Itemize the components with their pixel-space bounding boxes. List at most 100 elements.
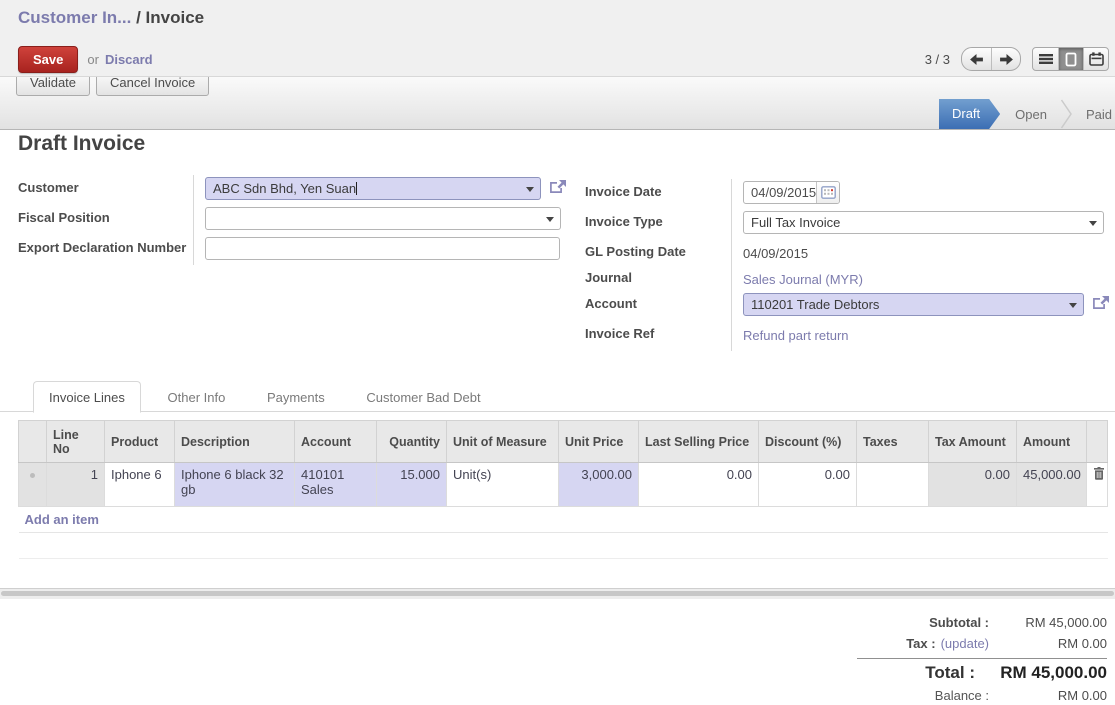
subtotal-value: RM 45,000.00 bbox=[989, 615, 1107, 630]
customer-label: Customer bbox=[18, 175, 194, 205]
save-button[interactable]: Save bbox=[18, 46, 78, 73]
balance-value: RM 0.00 bbox=[989, 688, 1107, 703]
invoice-form-screen: Customer In... / Invoice Save or Discard… bbox=[0, 0, 1115, 705]
tax-update-link[interactable]: (update) bbox=[941, 636, 989, 651]
cancel-invoice-button[interactable]: Cancel Invoice bbox=[96, 76, 209, 96]
totals-divider bbox=[857, 658, 1107, 659]
chevron-down-icon bbox=[546, 217, 554, 222]
delete-column-header bbox=[1087, 421, 1108, 463]
account-label: Account bbox=[585, 291, 732, 321]
cell-product[interactable]: Iphone 6 bbox=[105, 463, 175, 507]
pager-next-button[interactable] bbox=[991, 48, 1020, 70]
tab-customer-bad-debt[interactable]: Customer Bad Debt bbox=[351, 382, 495, 412]
chevron-down-icon bbox=[526, 187, 534, 192]
cell-discount[interactable]: 0.00 bbox=[759, 463, 857, 507]
tax-row: Tax : (update) RM 0.00 bbox=[857, 633, 1107, 654]
invoice-date-input[interactable]: 04/09/2015 bbox=[743, 181, 840, 204]
pager-prev-button[interactable] bbox=[962, 48, 991, 70]
field-row-invoice-type: Invoice Type Full Tax Invoice bbox=[585, 209, 1113, 239]
total-label: Total : bbox=[925, 663, 975, 683]
cell-last-selling-price[interactable]: 0.00 bbox=[639, 463, 759, 507]
external-link-icon[interactable] bbox=[549, 180, 566, 194]
col-description: Description bbox=[175, 421, 295, 463]
form-sheet: Draft Invoice Customer ABC Sdn Bhd, Yen … bbox=[0, 130, 1115, 705]
cell-unit-price[interactable]: 3,000.00 bbox=[559, 463, 639, 507]
customer-select[interactable]: ABC Sdn Bhd, Yen Suan bbox=[205, 177, 541, 200]
field-row-account: Account 110201 Trade Debtors bbox=[585, 291, 1113, 321]
top-header: Customer In... / Invoice Save or Discard… bbox=[0, 0, 1115, 76]
col-amount: Amount bbox=[1017, 421, 1087, 463]
arrow-right-icon bbox=[999, 54, 1014, 65]
breadcrumb-parent-link[interactable]: Customer In... bbox=[18, 8, 131, 27]
delete-row-button[interactable] bbox=[1087, 463, 1108, 507]
col-last-selling-price: Last Selling Price bbox=[639, 421, 759, 463]
pager-and-view-switcher: 3 / 3 bbox=[925, 47, 1109, 71]
table-header-row: Line No Product Description Account Quan… bbox=[19, 421, 1108, 463]
invoice-date-value: 04/09/2015 bbox=[744, 182, 816, 203]
notebook-tabs: Invoice Lines Other Info Payments Custom… bbox=[0, 380, 1115, 412]
arrow-left-icon bbox=[969, 54, 984, 65]
totals-panel: Subtotal : RM 45,000.00 Tax : (update) R… bbox=[857, 612, 1107, 705]
view-form-button[interactable] bbox=[1058, 48, 1083, 70]
calendar-date-icon[interactable] bbox=[816, 182, 839, 203]
pager-buttons bbox=[961, 47, 1021, 71]
tab-other-info[interactable]: Other Info bbox=[153, 382, 241, 412]
cell-account[interactable]: 410101 Sales bbox=[295, 463, 377, 507]
form-view-icon bbox=[1065, 52, 1077, 67]
statusbar: Draft Open Paid bbox=[939, 99, 1115, 129]
pager-count: 3 / 3 bbox=[925, 52, 950, 67]
gl-posting-date-label: GL Posting Date bbox=[585, 239, 732, 265]
scrollbar-thumb[interactable] bbox=[1, 591, 1114, 596]
col-tax-amount: Tax Amount bbox=[929, 421, 1017, 463]
cell-unit-of-measure[interactable]: Unit(s) bbox=[447, 463, 559, 507]
invoice-ref-value-link[interactable]: Refund part return bbox=[743, 323, 849, 343]
fiscal-position-select[interactable] bbox=[205, 207, 561, 230]
view-list-button[interactable] bbox=[1033, 48, 1058, 70]
empty-row bbox=[19, 559, 1108, 581]
customer-value: ABC Sdn Bhd, Yen Suan bbox=[213, 181, 356, 196]
drag-handle-cell[interactable] bbox=[19, 463, 47, 507]
cell-quantity[interactable]: 15.000 bbox=[377, 463, 447, 507]
cell-description[interactable]: Iphone 6 black 32 gb bbox=[175, 463, 295, 507]
subtotal-row: Subtotal : RM 45,000.00 bbox=[857, 612, 1107, 633]
cell-line-no: 1 bbox=[47, 463, 105, 507]
external-link-icon[interactable] bbox=[1092, 296, 1109, 310]
balance-label: Balance : bbox=[935, 688, 989, 703]
field-row-customer: Customer ABC Sdn Bhd, Yen Suan bbox=[18, 175, 578, 205]
col-unit-of-measure: Unit of Measure bbox=[447, 421, 559, 463]
total-row: Total : RM 45,000.00 bbox=[857, 661, 1107, 685]
export-declaration-label: Export Declaration Number bbox=[18, 235, 194, 265]
account-select[interactable]: 110201 Trade Debtors bbox=[743, 293, 1084, 316]
balance-row: Balance : RM 0.00 bbox=[857, 685, 1107, 705]
col-product: Product bbox=[105, 421, 175, 463]
view-switcher bbox=[1032, 47, 1109, 71]
view-calendar-button[interactable] bbox=[1083, 48, 1108, 70]
status-draft: Draft bbox=[939, 99, 1000, 129]
invoice-type-select[interactable]: Full Tax Invoice bbox=[743, 211, 1104, 234]
field-row-export-declaration: Export Declaration Number bbox=[18, 235, 578, 265]
invoice-lines-table: Line No Product Description Account Quan… bbox=[18, 420, 1108, 581]
save-bar: Save or Discard 3 / 3 bbox=[18, 45, 1109, 73]
page-title: Draft Invoice bbox=[18, 132, 145, 156]
field-row-invoice-date: Invoice Date 04/09/2015 bbox=[585, 179, 1113, 209]
add-an-item-link[interactable]: Add an item bbox=[25, 512, 99, 527]
cell-taxes[interactable] bbox=[857, 463, 929, 507]
invoice-type-label: Invoice Type bbox=[585, 209, 732, 239]
tab-invoice-lines[interactable]: Invoice Lines bbox=[33, 381, 141, 413]
journal-value-link[interactable]: Sales Journal (MYR) bbox=[743, 267, 863, 287]
tab-payments[interactable]: Payments bbox=[252, 382, 340, 412]
col-unit-price: Unit Price bbox=[559, 421, 639, 463]
horizontal-scrollbar[interactable] bbox=[0, 588, 1115, 599]
col-line-no: Line No bbox=[47, 421, 105, 463]
form-toolbar: Validate Cancel Invoice Draft Open Paid bbox=[0, 76, 1115, 130]
total-value: RM 45,000.00 bbox=[975, 663, 1107, 683]
discard-link[interactable]: Discard bbox=[105, 52, 153, 67]
invoice-ref-label: Invoice Ref bbox=[585, 321, 732, 351]
field-row-fiscal-position: Fiscal Position bbox=[18, 205, 578, 235]
chevron-down-icon bbox=[1069, 303, 1077, 308]
export-declaration-input[interactable] bbox=[205, 237, 560, 260]
chevron-down-icon bbox=[1089, 221, 1097, 226]
validate-button[interactable]: Validate bbox=[16, 76, 90, 96]
text-caret bbox=[356, 182, 357, 195]
cell-tax-amount: 0.00 bbox=[929, 463, 1017, 507]
